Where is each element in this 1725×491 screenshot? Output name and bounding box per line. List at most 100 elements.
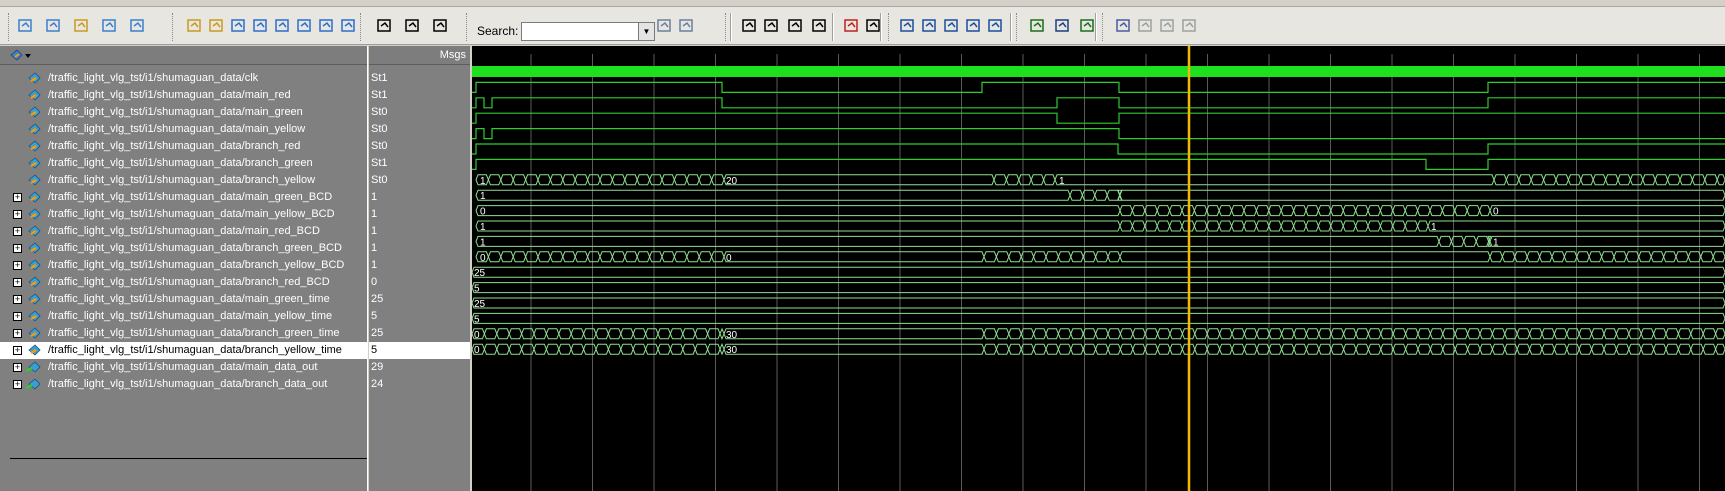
falling-edge-icon[interactable]: [1158, 16, 1178, 36]
pane-divider[interactable]: [367, 46, 369, 491]
signal-value-row[interactable]: 1: [369, 240, 470, 257]
prev-edge-icon[interactable]: [229, 16, 249, 36]
signal-row[interactable]: /traffic_light_vlg_tst/i1/shumaguan_data…: [0, 155, 368, 172]
signal-row[interactable]: + /traffic_light_vlg_tst/i1/shumaguan_dat…: [0, 342, 368, 359]
step-back-icon[interactable]: [375, 16, 395, 36]
select-mode-icon[interactable]: [740, 16, 760, 36]
signal-row[interactable]: /traffic_light_vlg_tst/i1/shumaguan_data…: [0, 172, 368, 189]
zoom-mode-icon[interactable]: [762, 16, 782, 36]
stop-icon[interactable]: [842, 16, 862, 36]
wave-color-icon[interactable]: [1114, 16, 1134, 36]
toolbar-grip[interactable]: [888, 13, 891, 41]
prev-rising-icon[interactable]: [317, 16, 337, 36]
signal-row[interactable]: + /traffic_light_vlg_tst/i1/shumaguan_dat…: [0, 359, 368, 376]
zoom-in-icon[interactable]: [898, 16, 918, 36]
signal-value-row[interactable]: 1: [369, 189, 470, 206]
delete-cursor-icon[interactable]: [207, 16, 227, 36]
pan-mode-icon[interactable]: [786, 16, 806, 36]
expand-icon[interactable]: +: [13, 346, 22, 355]
expand-icon[interactable]: +: [13, 210, 22, 219]
next-rising-icon[interactable]: [339, 16, 359, 36]
expand-icon[interactable]: +: [13, 380, 22, 389]
signal-row[interactable]: /traffic_light_vlg_tst/i1/shumaguan_data…: [0, 70, 368, 87]
signal-row[interactable]: /traffic_light_vlg_tst/i1/shumaguan_data…: [0, 121, 368, 138]
signal-row[interactable]: + /traffic_light_vlg_tst/i1/shumaguan_dat…: [0, 206, 368, 223]
signal-row[interactable]: + /traffic_light_vlg_tst/i1/shumaguan_dat…: [0, 189, 368, 206]
signal-value-row[interactable]: 0: [369, 274, 470, 291]
signal-value-row[interactable]: 24: [369, 376, 470, 393]
signal-value-row[interactable]: St1: [369, 155, 470, 172]
expand-icon[interactable]: +: [13, 295, 22, 304]
add-wave-icon[interactable]: [16, 16, 36, 36]
signal-row[interactable]: + /traffic_light_vlg_tst/i1/shumaguan_dat…: [0, 274, 368, 291]
find-next-icon[interactable]: [677, 16, 697, 36]
waveform-pane[interactable]: 1 20 1 1 0 0 1 1 1 1 0 0 25 5 25 5 0 30 0 30: [472, 46, 1725, 491]
zoom-cursor-icon[interactable]: [964, 16, 984, 36]
any-edge-icon[interactable]: [1180, 16, 1200, 36]
signal-value-row[interactable]: 29: [369, 359, 470, 376]
wave-tree-icon[interactable]: [8, 48, 32, 63]
signal-value-row[interactable]: 1: [369, 223, 470, 240]
signal-row[interactable]: + /traffic_light_vlg_tst/i1/shumaguan_dat…: [0, 325, 368, 342]
toolbar-grip[interactable]: [1016, 13, 1019, 41]
signal-row[interactable]: /traffic_light_vlg_tst/i1/shumaguan_data…: [0, 138, 368, 155]
bus-segment: [1169, 328, 1183, 340]
toolbar-grip[interactable]: [8, 13, 11, 41]
signal-value-row[interactable]: 5: [369, 342, 470, 359]
signal-row[interactable]: + /traffic_light_vlg_tst/i1/shumaguan_dat…: [0, 240, 368, 257]
signal-value-row[interactable]: 25: [369, 291, 470, 308]
rising-edge-icon[interactable]: [1136, 16, 1156, 36]
toolbar-grip[interactable]: [360, 13, 363, 41]
next-falling-icon[interactable]: [295, 16, 315, 36]
expand-icon[interactable]: +: [13, 261, 22, 270]
binoculars-icon[interactable]: [655, 16, 675, 36]
bus-value-label: 0: [480, 253, 486, 264]
expand-icon[interactable]: +: [13, 193, 22, 202]
zoom-full-icon[interactable]: [942, 16, 962, 36]
step-over-icon[interactable]: [403, 16, 423, 36]
signal-row[interactable]: + /traffic_light_vlg_tst/i1/shumaguan_dat…: [0, 257, 368, 274]
next-edge-icon[interactable]: [251, 16, 271, 36]
expand-icon[interactable]: +: [13, 329, 22, 338]
signal-row[interactable]: + /traffic_light_vlg_tst/i1/shumaguan_dat…: [0, 376, 368, 393]
signal-value-row[interactable]: St0: [369, 138, 470, 155]
signal-row[interactable]: /traffic_light_vlg_tst/i1/shumaguan_data…: [0, 104, 368, 121]
zoom-out-icon[interactable]: [920, 16, 940, 36]
expand-icon[interactable]: +: [13, 312, 22, 321]
search-dropdown-button[interactable]: ▼: [638, 22, 655, 41]
insert-cursor-icon[interactable]: [185, 16, 205, 36]
waveform-canvas[interactable]: 1 20 1 1 0 0 1 1 1 1 0 0 25 5 25 5 0 30 0 30: [472, 46, 1725, 491]
expand-icon[interactable]: +: [13, 227, 22, 236]
signal-row[interactable]: + /traffic_light_vlg_tst/i1/shumaguan_dat…: [0, 308, 368, 325]
signal-row[interactable]: /traffic_light_vlg_tst/i1/shumaguan_data…: [0, 87, 368, 104]
toolbar-grip[interactable]: [725, 13, 728, 41]
toolbar-grip[interactable]: [466, 13, 469, 41]
search-input[interactable]: [521, 22, 640, 41]
signal-value-row[interactable]: 1: [369, 257, 470, 274]
signal-value-row[interactable]: St1: [369, 87, 470, 104]
add-memory-icon[interactable]: [72, 16, 92, 36]
zoom-range-icon[interactable]: [986, 16, 1006, 36]
signal-value-row[interactable]: St1: [369, 70, 470, 87]
signal-row[interactable]: + /traffic_light_vlg_tst/i1/shumaguan_dat…: [0, 291, 368, 308]
expand-icon[interactable]: +: [13, 244, 22, 253]
expand-icon[interactable]: +: [13, 278, 22, 287]
cursor-lock-icon[interactable]: [1053, 16, 1073, 36]
toolbar-grip[interactable]: [172, 13, 175, 41]
prev-falling-icon[interactable]: [273, 16, 293, 36]
signal-value-row[interactable]: St0: [369, 104, 470, 121]
edit-mode-icon[interactable]: [810, 16, 830, 36]
expand-icon[interactable]: +: [13, 363, 22, 372]
signal-value-row[interactable]: St0: [369, 121, 470, 138]
signal-value-row[interactable]: 5: [369, 308, 470, 325]
step-into-icon[interactable]: [431, 16, 451, 36]
dataflow-icon[interactable]: [100, 16, 120, 36]
signal-value-row[interactable]: 1: [369, 206, 470, 223]
signal-row[interactable]: + /traffic_light_vlg_tst/i1/shumaguan_dat…: [0, 223, 368, 240]
signal-value-row[interactable]: 25: [369, 325, 470, 342]
restart-icon[interactable]: [128, 16, 148, 36]
cursor-icon[interactable]: [1028, 16, 1048, 36]
signal-value-row[interactable]: St0: [369, 172, 470, 189]
add-list-icon[interactable]: [44, 16, 64, 36]
toolbar-grip[interactable]: [1102, 13, 1105, 41]
